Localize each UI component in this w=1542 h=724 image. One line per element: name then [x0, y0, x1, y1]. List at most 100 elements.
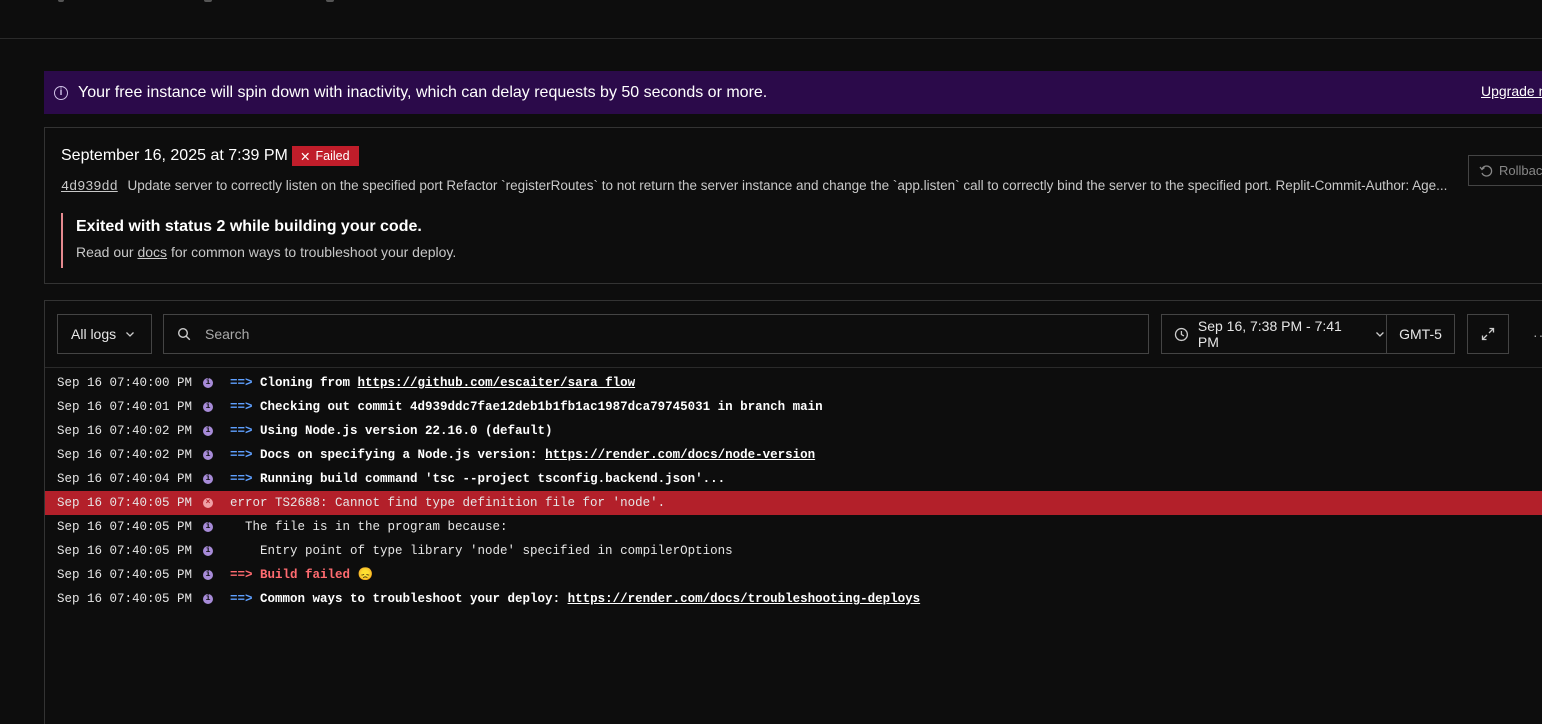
info-level-icon: i: [203, 546, 213, 556]
expand-icon: [1481, 327, 1495, 341]
log-list: Sep 16 07:40:00 PM i ==> Cloning from http…: [45, 371, 1542, 611]
log-link[interactable]: https://render.com/docs/node-version: [545, 448, 815, 462]
commit-message: Update server to correctly listen on the…: [127, 178, 1448, 193]
info-level-icon: i: [203, 450, 213, 460]
log-message: ==> Cloning from https://github.com/esca…: [230, 371, 635, 395]
log-timestamp: Sep 16 07:40:05 PM: [57, 520, 193, 534]
log-row[interactable]: Sep 16 07:40:04 PM i ==> Running build com…: [45, 467, 1542, 491]
search-box: [163, 314, 1149, 354]
free-instance-banner: i Your free instance will spin down with…: [44, 71, 1542, 114]
rollback-icon: [1479, 164, 1493, 177]
log-text: Using Node.js version 22.16.0 (default): [260, 424, 553, 438]
log-filter-dropdown[interactable]: All logs: [57, 314, 152, 354]
x-icon: ✕: [300, 149, 311, 164]
docs-link[interactable]: docs: [137, 244, 167, 260]
log-row[interactable]: Sep 16 07:40:01 PM i ==> Checking out comm…: [45, 395, 1542, 419]
search-icon: [177, 327, 191, 341]
log-row[interactable]: Sep 16 07:40:02 PM i ==> Docs on specifyin…: [45, 443, 1542, 467]
log-message: ==> Docs on specifying a Node.js version…: [230, 443, 815, 467]
log-prefix: ==>: [230, 448, 261, 462]
log-row[interactable]: Sep 16 07:40:02 PM i ==> Using Node.js ver…: [45, 419, 1542, 443]
error-callout: Exited with status 2 while building your…: [61, 213, 456, 268]
log-message: ==> Using Node.js version 22.16.0 (defau…: [230, 419, 553, 443]
help-suffix: for common ways to troubleshoot your dep…: [167, 244, 457, 260]
log-text: Common ways to troubleshoot your deploy:: [260, 592, 568, 606]
log-message: The file is in the program because:: [230, 515, 508, 539]
error-title: Exited with status 2 while building your…: [76, 218, 422, 235]
fullscreen-button[interactable]: [1467, 314, 1509, 354]
log-message: Entry point of type library 'node' speci…: [230, 539, 733, 563]
log-text: Build failed 😞: [260, 568, 374, 582]
log-text: Entry point of type library 'node' speci…: [230, 544, 733, 558]
commit-row: 4d939dd Update server to correctly liste…: [61, 178, 1456, 195]
log-text: Docs on specifying a Node.js version:: [260, 448, 546, 462]
log-text: The file is in the program because:: [230, 520, 508, 534]
log-row[interactable]: Sep 16 07:40:05 PM i ==> Build failed 😞: [45, 563, 1542, 587]
log-timestamp: Sep 16 07:40:04 PM: [57, 472, 193, 486]
timezone-selector[interactable]: GMT-5: [1386, 314, 1455, 354]
log-link[interactable]: https://render.com/docs/troubleshooting-…: [568, 592, 921, 606]
chevron-down-icon: [126, 332, 135, 337]
header-fragment: [58, 0, 64, 2]
info-icon: i: [54, 85, 68, 100]
log-message: ==> Common ways to troubleshoot your dep…: [230, 587, 920, 611]
info-level-icon: i: [203, 474, 213, 484]
log-prefix: ==>: [230, 424, 261, 438]
rollback-label: Rollbac: [1499, 163, 1542, 178]
log-text: error TS2688: Cannot find type definitio…: [230, 496, 666, 510]
log-message: error TS2688: Cannot find type definitio…: [230, 491, 665, 515]
log-timestamp: Sep 16 07:40:05 PM: [57, 544, 193, 558]
log-prefix: ==>: [230, 592, 261, 606]
logs-toolbar: All logs Sep 16, 7:38 PM - 7:41 PM GMT-5…: [45, 301, 1542, 368]
log-row[interactable]: Sep 16 07:40:00 PM i ==> Cloning from http…: [45, 371, 1542, 395]
status-label: Failed: [315, 149, 350, 163]
log-prefix: ==>: [230, 376, 261, 390]
log-message: ==> Checking out commit 4d939ddc7fae12de…: [230, 395, 823, 419]
rollback-button[interactable]: Rollbac: [1468, 155, 1542, 186]
log-prefix: ==>: [230, 568, 261, 582]
error-help: Read our docs for common ways to trouble…: [76, 244, 456, 260]
log-row[interactable]: Sep 16 07:40:05 PM i Entry point of type …: [45, 539, 1542, 563]
chevron-down-icon: [1376, 332, 1384, 337]
log-timestamp: Sep 16 07:40:05 PM: [57, 568, 193, 582]
status-badge: ✕ Failed: [292, 146, 359, 166]
log-link[interactable]: https://github.com/escaiter/sara_flow: [358, 376, 636, 390]
info-level-icon: i: [203, 426, 213, 436]
log-timestamp: Sep 16 07:40:05 PM: [57, 496, 193, 510]
log-message: ==> Build failed 😞: [230, 563, 373, 587]
error-level-icon: ×: [203, 498, 213, 508]
log-text: Cloning from: [260, 376, 358, 390]
log-message: ==> Running build command 'tsc --project…: [230, 467, 725, 491]
commit-hash-link[interactable]: 4d939dd: [61, 180, 118, 195]
timezone-label: GMT-5: [1399, 326, 1442, 342]
log-text: Checking out commit 4d939ddc7fae12deb1b1…: [260, 400, 823, 414]
time-range-label: Sep 16, 7:38 PM - 7:41 PM: [1197, 318, 1342, 350]
banner-message: Your free instance will spin down with i…: [78, 83, 768, 101]
info-level-icon: i: [203, 570, 213, 580]
upgrade-link[interactable]: Upgrade n: [1481, 83, 1542, 99]
clock-icon: [1174, 327, 1189, 341]
deploy-date: September 16, 2025 at 7:39 PM: [61, 147, 288, 164]
log-prefix: ==>: [230, 472, 261, 486]
search-input[interactable]: [203, 325, 1107, 343]
time-range-picker[interactable]: Sep 16, 7:38 PM - 7:41 PM: [1161, 314, 1387, 354]
top-header-strip: [0, 0, 1542, 39]
log-prefix: ==>: [230, 400, 261, 414]
info-level-icon: i: [203, 378, 213, 388]
header-fragment: [326, 0, 334, 2]
info-level-icon: i: [203, 522, 213, 532]
log-text: Running build command 'tsc --project tsc…: [260, 472, 726, 486]
log-timestamp: Sep 16 07:40:02 PM: [57, 448, 193, 462]
log-row[interactable]: Sep 16 07:40:05 PM i ==> Common ways to tr…: [45, 587, 1542, 611]
deploy-card: September 16, 2025 at 7:39 PM ✕ Failed 4…: [44, 127, 1542, 284]
log-timestamp: Sep 16 07:40:05 PM: [57, 592, 193, 606]
log-row[interactable]: Sep 16 07:40:05 PM i The file is in the p…: [45, 515, 1542, 539]
more-options-icon[interactable]: ···: [1533, 327, 1542, 343]
log-timestamp: Sep 16 07:40:01 PM: [57, 400, 193, 414]
log-timestamp: Sep 16 07:40:02 PM: [57, 424, 193, 438]
header-fragment: [204, 0, 212, 2]
help-prefix: Read our: [76, 244, 138, 260]
log-filter-label: All logs: [71, 326, 117, 342]
logs-panel: All logs Sep 16, 7:38 PM - 7:41 PM GMT-5…: [44, 300, 1542, 724]
log-row[interactable]: Sep 16 07:40:05 PM × error TS2688: Cannot …: [45, 491, 1542, 515]
